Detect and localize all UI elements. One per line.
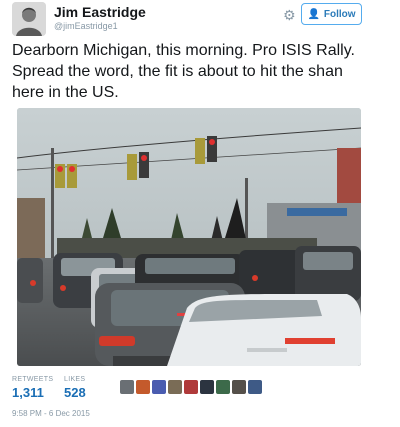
liker-avatar[interactable] [120, 380, 134, 394]
user-name[interactable]: Jim Eastridge [54, 4, 146, 20]
liker-avatar[interactable] [200, 380, 214, 394]
liker-avatar[interactable] [232, 380, 246, 394]
user-handle[interactable]: @jimEastridge1 [54, 21, 118, 31]
liker-avatar[interactable] [216, 380, 230, 394]
liker-avatar[interactable] [152, 380, 166, 394]
likes-count[interactable]: 528 [64, 385, 86, 400]
tweet-photo[interactable] [17, 108, 361, 366]
tweet-timestamp[interactable]: 9:58 PM - 6 Dec 2015 [12, 409, 90, 418]
gear-icon[interactable]: ⚙ [283, 8, 297, 22]
retweets-count[interactable]: 1,311 [12, 385, 44, 400]
follow-button[interactable]: 👤 Follow [301, 3, 362, 25]
tweet-text: Dearborn Michigan, this morning. Pro ISI… [12, 42, 355, 101]
tweet-card: Jim Eastridge @jimEastridge1 ⚙ 👤 Follow … [0, 0, 400, 427]
avatar[interactable] [12, 2, 46, 36]
liker-avatar[interactable] [248, 380, 262, 394]
add-user-icon: 👤 [307, 8, 320, 20]
likers-avatars [120, 380, 262, 394]
likes-label: LIKES [64, 376, 86, 383]
liker-avatar[interactable] [184, 380, 198, 394]
liker-avatar[interactable] [168, 380, 182, 394]
street-scene-image [17, 108, 361, 366]
liker-avatar[interactable] [136, 380, 150, 394]
retweets-label: RETWEETS [12, 376, 54, 383]
follow-label: Follow [323, 8, 356, 20]
